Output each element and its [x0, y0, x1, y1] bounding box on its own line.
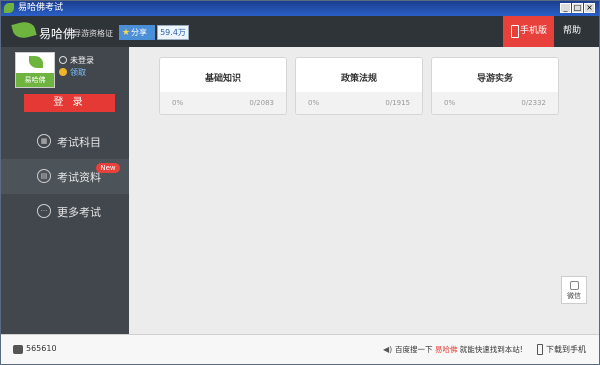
- minimize-button[interactable]: _: [560, 3, 571, 13]
- share-label: 分享: [131, 28, 147, 37]
- leaf-logo-icon: [29, 56, 43, 68]
- wechat-button[interactable]: 微信: [561, 276, 587, 304]
- sidebar-item-materials[interactable]: ▤ 考试资料 New: [1, 159, 129, 194]
- sidebar-item-subjects[interactable]: ▦ 考试科目: [1, 124, 129, 159]
- claim-link[interactable]: 领取: [70, 67, 86, 78]
- phone-icon: [537, 344, 543, 355]
- card-title: 导游实务: [476, 74, 513, 84]
- like-count: 565610: [26, 344, 57, 353]
- card-title: 基础知识: [204, 74, 241, 84]
- card-percent: 0%: [308, 99, 320, 107]
- app-window: 易哈佛考试 _ □ × 易哈佛 导游资格证 ★ 分享 59.4万 手机版 帮助 …: [0, 0, 600, 365]
- share-count: 59.4万: [157, 25, 189, 40]
- card-count: 0/1915: [385, 99, 410, 107]
- coin-icon: [59, 68, 67, 76]
- sidebar: 易哈佛 未登录 领取 登 录 ▦ 考试科目 ▤ 考试资料 New ··· 更多考…: [1, 47, 129, 334]
- subject-card-basics[interactable]: 基础知识 0% 0/2083: [159, 57, 287, 115]
- wechat-icon: [570, 281, 579, 290]
- sidebar-item-label: 更多考试: [57, 206, 101, 219]
- close-button[interactable]: ×: [584, 3, 595, 13]
- grid-icon: ▦: [37, 134, 51, 148]
- new-badge: New: [96, 163, 120, 173]
- sidebar-item-label: 考试科目: [57, 136, 101, 149]
- sidebar-item-more-exams[interactable]: ··· 更多考试: [1, 194, 129, 229]
- maximize-button[interactable]: □: [572, 3, 583, 13]
- share-button[interactable]: ★ 分享: [119, 25, 155, 40]
- phone-icon: [511, 25, 519, 38]
- title-bar: 易哈佛考试 _ □ ×: [1, 1, 599, 16]
- sidebar-item-label: 考试资料: [57, 171, 101, 184]
- subject-card-policy[interactable]: 政策法规 0% 0/1915: [295, 57, 423, 115]
- card-percent: 0%: [172, 99, 184, 107]
- main-content: 基础知识 0% 0/2083 政策法规 0% 0/1915 导游实务 0% 0/…: [129, 47, 599, 334]
- help-button[interactable]: 帮助: [557, 16, 587, 47]
- more-icon: ···: [37, 204, 51, 218]
- star-icon: ★: [122, 28, 131, 38]
- thumbs-up-icon[interactable]: [13, 345, 23, 354]
- avatar-label: 易哈佛: [16, 73, 54, 87]
- document-icon: ▤: [37, 169, 51, 183]
- card-title: 政策法规: [340, 74, 377, 84]
- subject-card-practice[interactable]: 导游实务 0% 0/2332: [431, 57, 559, 115]
- mobile-version-button[interactable]: 手机版: [503, 16, 554, 47]
- hint-suffix: 就能快速找到本站!: [459, 345, 523, 354]
- app-header: 易哈佛 导游资格证 ★ 分享 59.4万 手机版 帮助: [1, 16, 599, 47]
- avatar[interactable]: 易哈佛: [15, 52, 55, 88]
- download-to-phone-link[interactable]: 下载到手机: [546, 344, 586, 355]
- login-state: 未登录: [70, 56, 94, 65]
- login-button[interactable]: 登 录: [24, 94, 115, 112]
- card-count: 0/2083: [249, 99, 274, 107]
- speaker-icon: ◀): [383, 345, 393, 354]
- app-icon: [4, 3, 14, 13]
- user-icon: [59, 56, 67, 64]
- hint-prefix: 百度搜一下: [395, 345, 433, 354]
- search-hint: 百度搜一下 易哈佛 就能快速找到本站!: [395, 344, 523, 355]
- card-count: 0/2332: [521, 99, 546, 107]
- card-progress: 0% 0/2332: [432, 92, 558, 114]
- card-percent: 0%: [444, 99, 456, 107]
- mobile-version-label: 手机版: [520, 26, 548, 36]
- card-progress: 0% 0/2083: [160, 92, 286, 114]
- leaf-logo-icon: [11, 19, 37, 41]
- wechat-label: 微信: [567, 292, 581, 300]
- app-logo-text: 易哈佛: [39, 27, 76, 41]
- status-bar: 565610 ◀) 百度搜一下 易哈佛 就能快速找到本站! 下载到手机: [1, 334, 599, 364]
- hint-brand: 易哈佛: [434, 345, 458, 354]
- card-progress: 0% 0/1915: [296, 92, 422, 114]
- exam-name[interactable]: 导游资格证: [73, 28, 113, 39]
- window-title: 易哈佛考试: [18, 3, 64, 13]
